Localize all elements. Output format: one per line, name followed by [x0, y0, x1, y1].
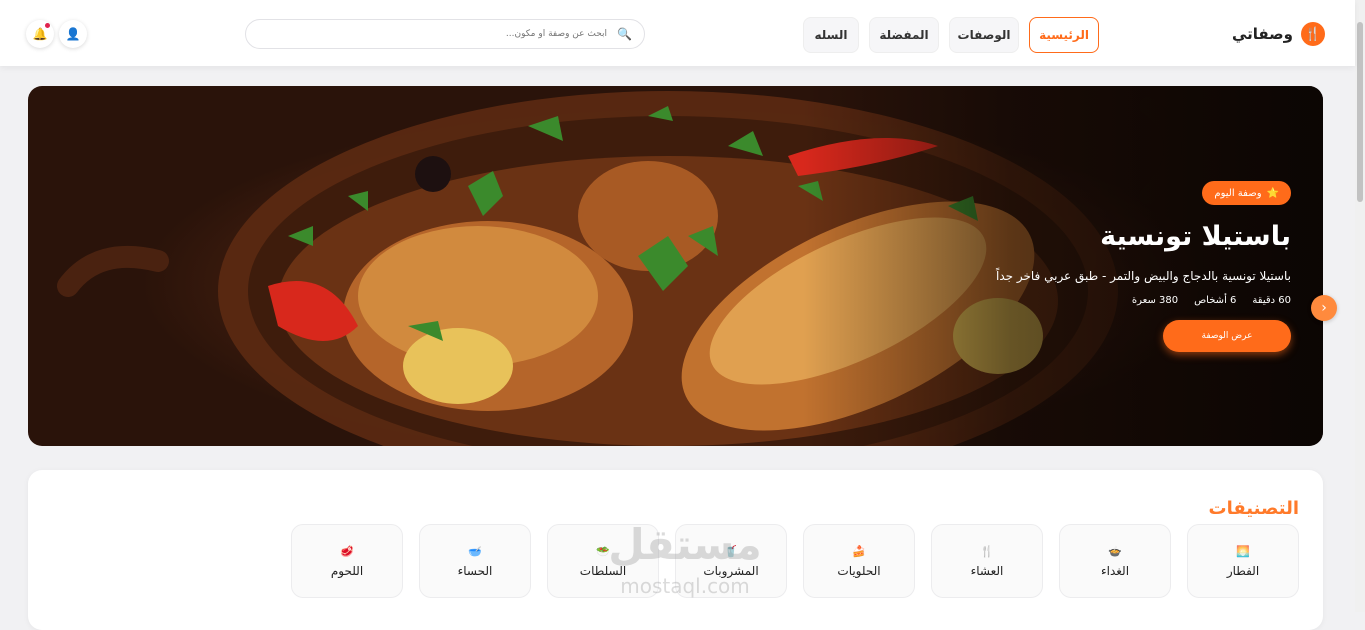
top-header: 🍴 وصفاتي الرئيسية الوصفات المفضلة السله … — [0, 0, 1355, 66]
view-recipe-button[interactable]: عرض الوصفة — [1163, 320, 1291, 352]
category-label: السلطات — [579, 563, 627, 578]
category-desserts[interactable]: 🍰 الحلويات — [803, 524, 915, 598]
soup-icon: 🥣 — [468, 544, 482, 558]
search-bar: 🔍 — [245, 19, 645, 49]
calories: 380 سعرة — [1131, 295, 1179, 306]
nav-home[interactable]: الرئيسية — [1029, 17, 1099, 53]
cook-time: 60 دقيقة — [1252, 295, 1291, 306]
logo[interactable]: 🍴 وصفاتي — [1232, 22, 1325, 46]
hero-meta: 60 دقيقة 6 أشخاص 380 سعرة — [1132, 295, 1291, 306]
categories-section: التصنيفات 🌅 الفطار 🍲 الغداء 🍴 العشاء 🍰 ا… — [28, 470, 1323, 630]
category-soup[interactable]: 🥣 الحساء — [419, 524, 531, 598]
servings: 6 أشخاص — [1194, 295, 1237, 306]
salad-icon: 🥗 — [596, 544, 610, 558]
search-input[interactable] — [305, 28, 610, 40]
sunrise-icon: 🌅 — [1236, 544, 1250, 558]
category-label: الحساء — [457, 563, 493, 578]
category-label: الفطار — [1226, 563, 1260, 578]
scrollbar-thumb[interactable] — [1357, 22, 1363, 202]
chevron-right-icon[interactable]: › — [1311, 295, 1337, 321]
bell-icon: 🔔 — [32, 27, 48, 41]
user-icon: 👤 — [65, 27, 81, 41]
category-dinner[interactable]: 🍴 العشاء — [931, 524, 1043, 598]
notification-dot — [45, 23, 50, 28]
badge-label: وصفة اليوم — [1214, 187, 1262, 199]
category-label: الغداء — [1100, 563, 1130, 578]
notifications-button[interactable]: 🔔 — [26, 20, 54, 48]
nav-recipes[interactable]: الوصفات — [949, 17, 1019, 53]
nav-favorites[interactable]: المفضلة — [869, 17, 939, 53]
recipe-of-the-day-badge: ⭐ وصفة اليوم — [1202, 181, 1291, 205]
meat-icon: 🥩 — [340, 544, 354, 558]
cup-icon: 🥤 — [724, 544, 738, 558]
main-nav: الرئيسية الوصفات المفضلة السله — [803, 17, 1099, 53]
logo-text: وصفاتي — [1231, 25, 1293, 43]
category-breakfast[interactable]: 🌅 الفطار — [1187, 524, 1299, 598]
category-label: العشاء — [970, 563, 1004, 578]
hero-description: باستيلا تونسية بالدجاج والبيض والتمر - ط… — [995, 269, 1291, 283]
fork-knife-icon: 🍴 — [980, 544, 994, 558]
category-drinks[interactable]: 🥤 المشروبات — [675, 524, 787, 598]
profile-button[interactable]: 👤 — [59, 20, 87, 48]
hero-title: باستيلا تونسية — [1100, 221, 1291, 252]
nav-cart[interactable]: السله — [803, 17, 859, 53]
cake-icon: 🍰 — [852, 544, 866, 558]
star-icon: ⭐ — [1266, 187, 1279, 199]
category-meat[interactable]: 🥩 اللحوم — [291, 524, 403, 598]
bowl-icon: 🍲 — [1108, 544, 1122, 558]
hero-banner: ⭐ وصفة اليوم باستيلا تونسية باستيلا تونس… — [28, 86, 1323, 446]
utensils-icon: 🍴 — [1301, 22, 1325, 46]
category-salads[interactable]: 🥗 السلطات — [547, 524, 659, 598]
hero-overlay — [803, 86, 1323, 446]
page-scrollbar[interactable] — [1355, 0, 1365, 612]
category-label: اللحوم — [330, 563, 364, 578]
category-lunch[interactable]: 🍲 الغداء — [1059, 524, 1171, 598]
search-icon[interactable]: 🔍 — [617, 27, 632, 41]
categories-title: التصنيفات — [1208, 498, 1299, 519]
category-label: الحلويات — [837, 563, 881, 578]
category-label: المشروبات — [703, 563, 759, 578]
